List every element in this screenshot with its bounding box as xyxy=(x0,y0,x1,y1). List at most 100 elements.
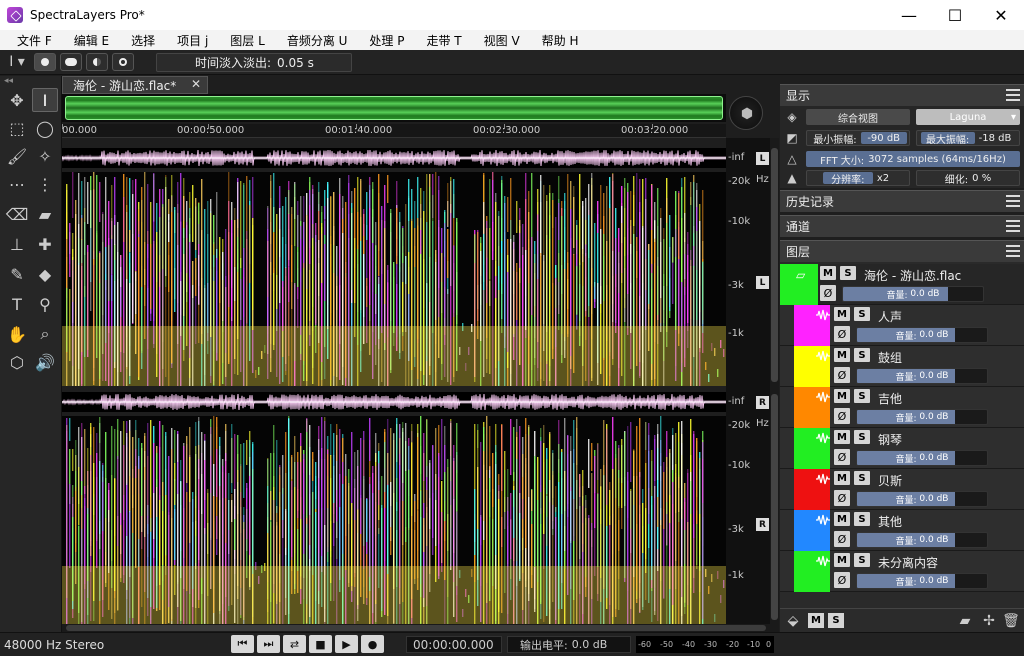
panel-menu-icon[interactable] xyxy=(1006,245,1020,257)
refine-field[interactable]: 细化: 0 % xyxy=(916,170,1020,186)
transient-select-tool-icon[interactable]: ⋮ xyxy=(32,172,58,196)
phase-invert-button[interactable]: Ø xyxy=(834,408,850,424)
colormap-select[interactable]: Laguna ▾ xyxy=(916,109,1020,125)
waveform-right[interactable] xyxy=(62,392,726,412)
harmonic-select-tool-icon[interactable]: ⋯ xyxy=(4,172,30,196)
zoom-tool-icon[interactable]: ⌕ xyxy=(32,322,58,346)
brush-shape-round[interactable] xyxy=(34,53,56,71)
menu-file[interactable]: 文件 F xyxy=(6,32,63,49)
spectrogram-right[interactable] xyxy=(62,416,726,624)
brush-select-tool-icon[interactable]: 🖌 xyxy=(4,144,30,168)
magic-wand-tool-icon[interactable]: ✧ xyxy=(32,144,58,168)
mute-button[interactable]: M xyxy=(834,512,850,526)
menu-edit[interactable]: 编辑 E xyxy=(63,32,120,49)
resolution-field[interactable]: 分辨率: x2 xyxy=(806,170,910,186)
overview-bar[interactable] xyxy=(62,94,726,122)
volume-slider[interactable]: 音量: 0.0 dB xyxy=(842,286,984,302)
volume-slider[interactable]: 音量: 0.0 dB xyxy=(856,491,988,507)
trash-icon[interactable]: 🗑 xyxy=(1002,612,1020,630)
solo-button[interactable]: S xyxy=(854,512,870,526)
healing-tool-icon[interactable]: ✚ xyxy=(32,232,58,256)
solo-button[interactable]: S xyxy=(854,348,870,362)
horizontal-scroll-thumb[interactable] xyxy=(66,625,766,631)
layer-name[interactable]: 鼓组 xyxy=(878,349,902,366)
mute-button[interactable]: M xyxy=(834,553,850,567)
eyedropper-tool-icon[interactable]: ⚲ xyxy=(32,292,58,316)
pencil-tool-icon[interactable]: ✎ xyxy=(4,262,30,286)
phase-invert-button[interactable]: Ø xyxy=(834,449,850,465)
eraser-alt-tool-icon[interactable]: ▰ xyxy=(32,202,58,226)
vertical-scroll-thumb-left[interactable] xyxy=(771,148,778,382)
mute-button[interactable]: M xyxy=(834,471,850,485)
layer-item[interactable]: M S 人声 Ø 音量: 0.0 dB xyxy=(780,305,1024,346)
layer-name[interactable]: 其他 xyxy=(878,513,902,530)
layer-item[interactable]: ▱ M S 海伦 - 游山恋.flac Ø 音量: 0.0 dB xyxy=(780,264,1024,305)
menu-layer[interactable]: 图层 L xyxy=(219,32,276,49)
speaker-tool-icon[interactable]: 🔊 xyxy=(32,350,58,374)
channels-panel-header[interactable]: 通道 xyxy=(780,215,1024,237)
layers-panel-header[interactable]: 图层 xyxy=(780,240,1024,262)
go-to-end-button[interactable]: ⏭ xyxy=(257,635,280,653)
rectangle-select-tool-icon[interactable]: ⬚ xyxy=(4,116,30,140)
time-cursor-tool-icon[interactable]: I ▾ xyxy=(4,51,30,73)
menu-view[interactable]: 视图 V xyxy=(473,32,531,49)
time-fade-field[interactable]: 时间淡入淡出: 0.05 s xyxy=(156,53,352,72)
output-level-field[interactable]: 输出电平: 0.0 dB xyxy=(507,636,631,653)
panel-menu-icon[interactable] xyxy=(1006,89,1020,101)
view-navigator[interactable]: ⬢ xyxy=(729,96,763,130)
solo-button[interactable]: S xyxy=(840,266,856,280)
volume-slider[interactable]: 音量: 0.0 dB xyxy=(856,368,988,384)
layer-item[interactable]: M S 钢琴 Ø 音量: 0.0 dB xyxy=(780,428,1024,469)
layer-name[interactable]: 人声 xyxy=(878,308,902,325)
solo-button[interactable]: S xyxy=(854,553,870,567)
phase-invert-button[interactable]: Ø xyxy=(834,367,850,383)
maximize-button[interactable]: ☐ xyxy=(932,0,978,30)
document-tab[interactable]: 海伦 - 游山恋.flac* ✕ xyxy=(62,76,208,94)
stamp-tool-icon[interactable]: ⊥ xyxy=(4,232,30,256)
menu-select[interactable]: 选择 xyxy=(120,32,166,49)
layer-item[interactable]: M S 未分离内容 Ø 音量: 0.0 dB xyxy=(780,551,1024,592)
fill-tool-icon[interactable]: ◆ xyxy=(32,262,58,286)
time-selection-tool-icon[interactable]: I xyxy=(32,88,58,112)
layer-item[interactable]: M S 其他 Ø 音量: 0.0 dB xyxy=(780,510,1024,551)
new-layer-icon[interactable]: ▰ xyxy=(956,612,974,630)
volume-slider[interactable]: 音量: 0.0 dB xyxy=(856,573,988,589)
menu-help[interactable]: 帮助 H xyxy=(531,32,590,49)
phase-invert-button[interactable]: Ø xyxy=(820,285,836,301)
layer-item[interactable]: M S 吉他 Ø 音量: 0.0 dB xyxy=(780,387,1024,428)
hand-tool-icon[interactable]: ✋ xyxy=(4,322,30,346)
layer-name[interactable]: 钢琴 xyxy=(878,431,902,448)
footer-solo-button[interactable]: S xyxy=(828,613,844,628)
phase-invert-button[interactable]: Ø xyxy=(834,572,850,588)
mute-button[interactable]: M xyxy=(820,266,836,280)
max-amplitude-field[interactable]: 最大振幅: -18 dB xyxy=(916,130,1020,146)
display-panel-header[interactable]: 显示 xyxy=(780,84,1024,106)
volume-slider[interactable]: 音量: 0.0 dB xyxy=(856,450,988,466)
collapse-arrows-icon[interactable]: ◂◂ xyxy=(4,76,13,86)
phase-invert-button[interactable]: Ø xyxy=(834,490,850,506)
phase-invert-button[interactable]: Ø xyxy=(834,531,850,547)
menu-process[interactable]: 处理 P xyxy=(358,32,415,49)
play-button[interactable]: ▶ xyxy=(335,635,358,653)
volume-slider[interactable]: 音量: 0.0 dB xyxy=(856,409,988,425)
menu-project[interactable]: 项目 j xyxy=(166,32,219,49)
tab-close-icon[interactable]: ✕ xyxy=(191,77,201,91)
history-panel-header[interactable]: 历史记录 xyxy=(780,190,1024,212)
mute-button[interactable]: M xyxy=(834,430,850,444)
spectrogram-left[interactable] xyxy=(62,172,726,386)
solo-button[interactable]: S xyxy=(854,307,870,321)
stop-button[interactable]: ■ xyxy=(309,635,332,653)
mute-button[interactable]: M xyxy=(834,307,850,321)
min-amplitude-field[interactable]: 最小振幅: -90 dB xyxy=(806,130,910,146)
time-ruler[interactable]: 00.000 00:00:50.000 00:01:40.000 00:02:3… xyxy=(62,124,726,138)
horizontal-scrollbar[interactable] xyxy=(62,624,770,632)
solo-button[interactable]: S xyxy=(854,430,870,444)
panel-menu-icon[interactable] xyxy=(1006,220,1020,232)
eraser-tool-icon[interactable]: ⌫ xyxy=(4,202,30,226)
mute-button[interactable]: M xyxy=(834,389,850,403)
vertical-scrollbar[interactable] xyxy=(770,138,779,632)
minimize-button[interactable]: — xyxy=(886,0,932,30)
fft-size-slider[interactable]: FFT 大小: 3072 samples (64ms/16Hz) xyxy=(806,151,1020,167)
overview-selection[interactable] xyxy=(65,96,723,120)
layer-name[interactable]: 贝斯 xyxy=(878,472,902,489)
